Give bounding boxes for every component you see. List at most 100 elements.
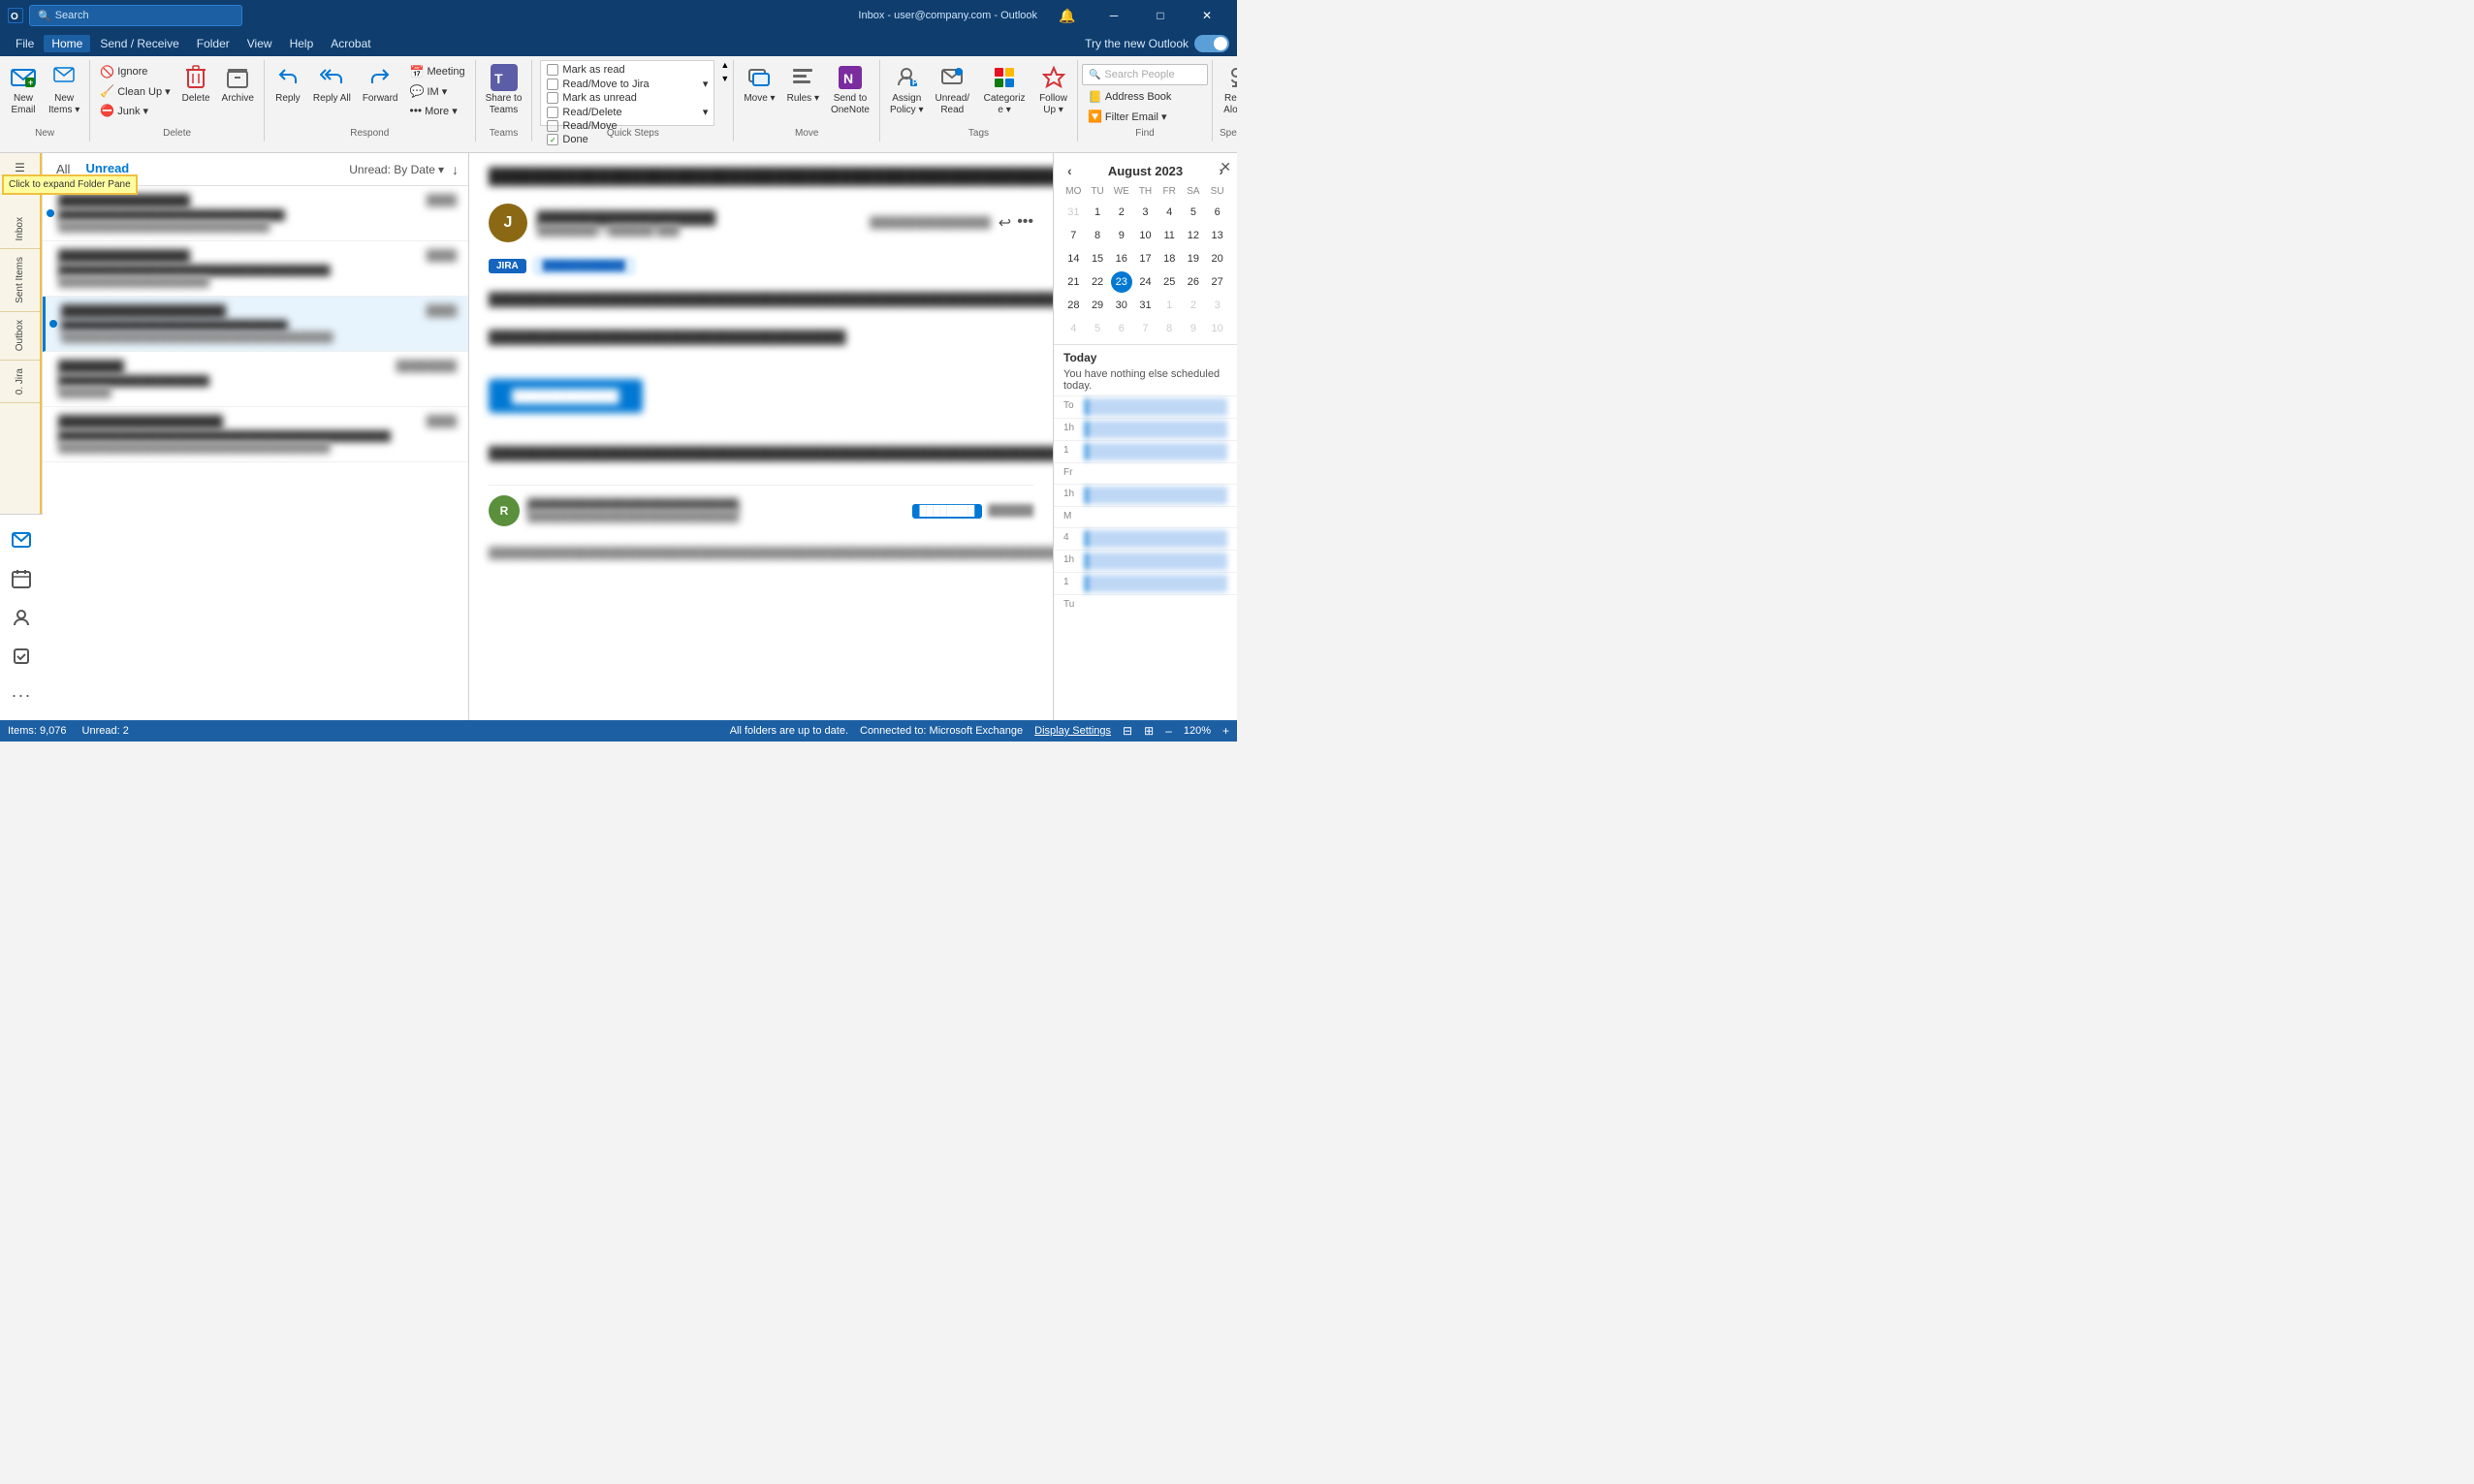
send-to-onenote-button[interactable]: N Send toOneNote (825, 60, 875, 126)
cal-day-13[interactable]: 13 (1207, 225, 1228, 246)
cal-day-9[interactable]: 9 (1111, 225, 1132, 246)
cal-day-8-next[interactable]: 8 (1158, 318, 1180, 339)
cal-event-1h-1[interactable] (1085, 421, 1227, 438)
meeting-button[interactable]: 📅 Meeting (404, 62, 471, 81)
cal-event-1h-2[interactable] (1085, 487, 1227, 504)
cal-day-7-next[interactable]: 7 (1134, 318, 1156, 339)
cal-day-26[interactable]: 26 (1183, 271, 1204, 293)
cal-day-5-next[interactable]: 5 (1087, 318, 1108, 339)
cal-day-15[interactable]: 15 (1087, 248, 1108, 269)
title-search-box[interactable]: 🔍 Search (29, 5, 242, 26)
sort-button[interactable]: ↓ (452, 162, 459, 177)
qs-read-move-jira[interactable]: Read/Move to Jira ▾ (543, 77, 712, 91)
email-reply-icon-btn[interactable]: ↩ (999, 213, 1011, 233)
menu-view[interactable]: View (239, 35, 280, 52)
expand-folder-pane-hint[interactable]: Click to expand Folder Pane (2, 174, 138, 195)
email-item-5[interactable]: ████████████████████ ████ ██████████████… (43, 407, 468, 462)
nav-contacts-button[interactable] (4, 600, 39, 635)
delete-button[interactable]: Delete (176, 60, 216, 126)
qs-read-delete[interactable]: Read/Delete ▾ (543, 105, 712, 119)
cal-day-20[interactable]: 20 (1207, 248, 1228, 269)
cta-button[interactable]: ████████████ (489, 379, 643, 413)
qs-mark-as-read[interactable]: Mark as read (543, 63, 712, 77)
cal-day-23-today[interactable]: 23 (1111, 271, 1132, 293)
menu-acrobat[interactable]: Acrobat (323, 35, 378, 52)
reply-button[interactable]: Reply (269, 60, 307, 126)
cal-event-4[interactable] (1085, 530, 1227, 548)
cal-day-27[interactable]: 27 (1207, 271, 1228, 293)
menu-folder[interactable]: Folder (189, 35, 238, 52)
cal-day-6-next[interactable]: 6 (1111, 318, 1132, 339)
search-people-input[interactable]: 🔍 Search People (1082, 64, 1208, 85)
sidebar-inbox-label[interactable]: Inbox (15, 213, 25, 244)
cal-day-7[interactable]: 7 (1063, 225, 1084, 246)
cal-day-9-next[interactable]: 9 (1183, 318, 1204, 339)
email-more-icon-btn[interactable]: ••• (1017, 213, 1033, 233)
restore-button[interactable]: □ (1138, 0, 1183, 31)
cal-day-3-next[interactable]: 3 (1207, 295, 1228, 316)
sidebar-collapse-icon[interactable]: ☰ (15, 161, 25, 174)
nav-more-button[interactable]: ··· (4, 678, 39, 712)
minimize-button[interactable]: ─ (1092, 0, 1136, 31)
close-button[interactable]: ✕ (1185, 0, 1229, 31)
menu-help[interactable]: Help (282, 35, 322, 52)
status-view-icon-1[interactable]: ⊟ (1123, 724, 1132, 738)
cal-day-12[interactable]: 12 (1183, 225, 1204, 246)
cal-day-28[interactable]: 28 (1063, 295, 1084, 316)
more-respond-button[interactable]: ••• More ▾ (404, 101, 471, 120)
cal-day-18[interactable]: 18 (1158, 248, 1180, 269)
status-view-icon-2[interactable]: ⊞ (1144, 724, 1154, 738)
cal-day-4-next[interactable]: 4 (1063, 318, 1084, 339)
address-book-button[interactable]: 📒 Address Book (1082, 87, 1208, 107)
sidebar-jira-label[interactable]: 0. Jira (15, 364, 25, 398)
cal-day-10[interactable]: 10 (1134, 225, 1156, 246)
nav-tasks-button[interactable] (4, 639, 39, 674)
move-button[interactable]: Move ▾ (738, 60, 780, 126)
sidebar-sent-label[interactable]: Sent Items (15, 253, 25, 307)
menu-file[interactable]: File (8, 35, 42, 52)
assign-policy-button[interactable]: P AssignPolicy ▾ (884, 60, 929, 126)
status-zoom-out[interactable]: – (1165, 724, 1172, 738)
quick-steps-up[interactable]: ▲ (720, 60, 729, 70)
qs-mark-unread[interactable]: Mark as unread (543, 91, 712, 105)
clean-up-button[interactable]: 🧹 Clean Up ▾ (94, 81, 175, 101)
cal-day-14[interactable]: 14 (1063, 248, 1084, 269)
display-settings-button[interactable]: Display Settings (1034, 725, 1111, 737)
cal-day-1-next[interactable]: 1 (1158, 295, 1180, 316)
cal-day-6[interactable]: 6 (1207, 202, 1228, 223)
categorize-button[interactable]: Categorize ▾ (975, 60, 1033, 126)
cal-event-1h-3[interactable] (1085, 553, 1227, 570)
cal-event-1-2[interactable] (1085, 575, 1227, 592)
new-items-button[interactable]: NewItems ▾ (43, 60, 85, 126)
cal-day-3[interactable]: 3 (1134, 202, 1156, 223)
quick-steps-down[interactable]: ▼ (720, 74, 729, 83)
ignore-button[interactable]: 🚫 Ignore (94, 62, 175, 81)
unread-read-button[interactable]: Unread/Read (929, 60, 975, 126)
cal-day-29[interactable]: 29 (1087, 295, 1108, 316)
nav-calendar-button[interactable] (4, 561, 39, 596)
nav-mail-button[interactable] (4, 522, 39, 557)
archive-button[interactable]: Archive (216, 60, 260, 126)
cal-day-31-prev[interactable]: 31 (1063, 202, 1084, 223)
cal-day-19[interactable]: 19 (1183, 248, 1204, 269)
forward-button[interactable]: Forward (357, 60, 404, 126)
cal-day-17[interactable]: 17 (1134, 248, 1156, 269)
junk-button[interactable]: ⛔ Junk ▾ (94, 101, 175, 120)
cal-day-8[interactable]: 8 (1087, 225, 1108, 246)
cal-day-10-next[interactable]: 10 (1207, 318, 1228, 339)
rules-button[interactable]: Rules ▾ (781, 60, 825, 126)
cal-prev-button[interactable]: ‹ (1063, 161, 1076, 180)
cal-event-1-1[interactable] (1085, 443, 1227, 460)
email-item-4[interactable]: ████████ ████████ ████████████████████ █… (43, 352, 468, 407)
cal-day-16[interactable]: 16 (1111, 248, 1132, 269)
try-new-toggle[interactable] (1194, 35, 1229, 52)
cal-day-22[interactable]: 22 (1087, 271, 1108, 293)
email-item-3[interactable]: ████████████████████ ████ ██████████████… (43, 297, 468, 352)
cal-day-1[interactable]: 1 (1087, 202, 1108, 223)
cal-day-21[interactable]: 21 (1063, 271, 1084, 293)
cal-day-2-next[interactable]: 2 (1183, 295, 1204, 316)
qs-dropdown-2[interactable]: ▾ (703, 106, 709, 118)
cal-day-24[interactable]: 24 (1134, 271, 1156, 293)
cal-day-5[interactable]: 5 (1183, 202, 1204, 223)
filter-email-button[interactable]: 🔽 Filter Email ▾ (1082, 107, 1208, 126)
